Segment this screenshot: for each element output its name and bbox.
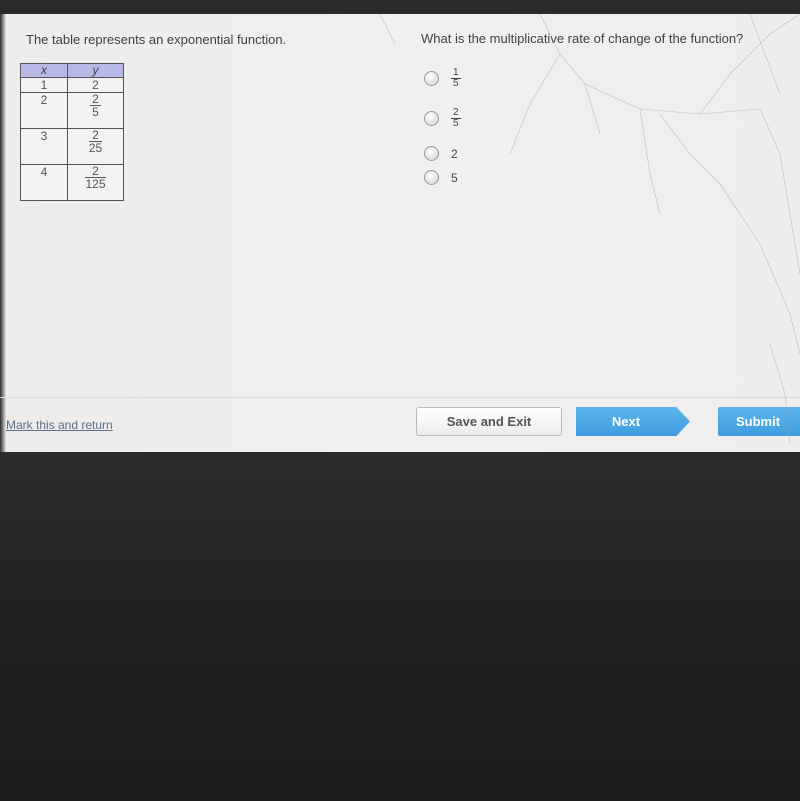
- radio-button[interactable]: [424, 111, 439, 126]
- cell-x: 1: [20, 77, 68, 93]
- option-label: 5: [451, 170, 458, 185]
- question-stem: The table represents an exponential func…: [26, 32, 287, 47]
- option-one-fifth[interactable]: 1 5: [424, 68, 461, 89]
- device-bezel-left: [0, 14, 6, 452]
- radio-button[interactable]: [424, 170, 439, 185]
- question-prompt: What is the multiplicative rate of chang…: [421, 31, 744, 46]
- cell-y: 2: [67, 77, 124, 93]
- mark-and-return-link[interactable]: Mark this and return: [6, 418, 113, 432]
- header-y: y: [67, 63, 124, 78]
- table-row: 3 2 25: [20, 128, 124, 165]
- radio-button[interactable]: [424, 71, 439, 86]
- cell-x: 4: [20, 164, 68, 201]
- footer-divider: [0, 397, 800, 398]
- header-x: x: [20, 63, 68, 78]
- option-two[interactable]: 2: [424, 146, 458, 161]
- table-header-row: x y: [20, 63, 124, 78]
- fraction: 2 25: [88, 128, 103, 155]
- fraction: 2 5: [90, 92, 101, 119]
- fraction: 2 5: [451, 107, 461, 129]
- device-bezel-top: [0, 0, 800, 14]
- cell-y: 2 125: [67, 164, 124, 201]
- save-and-exit-button[interactable]: Save and Exit: [416, 407, 562, 436]
- cell-x: 2: [20, 92, 68, 129]
- option-label: 2: [451, 146, 458, 161]
- next-button[interactable]: Next: [576, 407, 690, 436]
- fraction: 1 5: [451, 67, 461, 89]
- option-five[interactable]: 5: [424, 170, 458, 185]
- table-row: 1 2: [20, 77, 124, 93]
- cell-y: 2 25: [67, 128, 124, 165]
- function-table: x y 1 2 2 2 5 3 2 25 4 2 125: [20, 63, 124, 201]
- cell-y: 2 5: [67, 92, 124, 129]
- cell-x: 3: [20, 128, 68, 165]
- device-bezel-bottom: [0, 452, 800, 801]
- radio-button[interactable]: [424, 146, 439, 161]
- option-two-fifths[interactable]: 2 5: [424, 108, 461, 129]
- submit-button[interactable]: Submit: [718, 407, 800, 436]
- table-row: 2 2 5: [20, 92, 124, 129]
- table-row: 4 2 125: [20, 164, 124, 201]
- fraction: 2 125: [85, 164, 106, 191]
